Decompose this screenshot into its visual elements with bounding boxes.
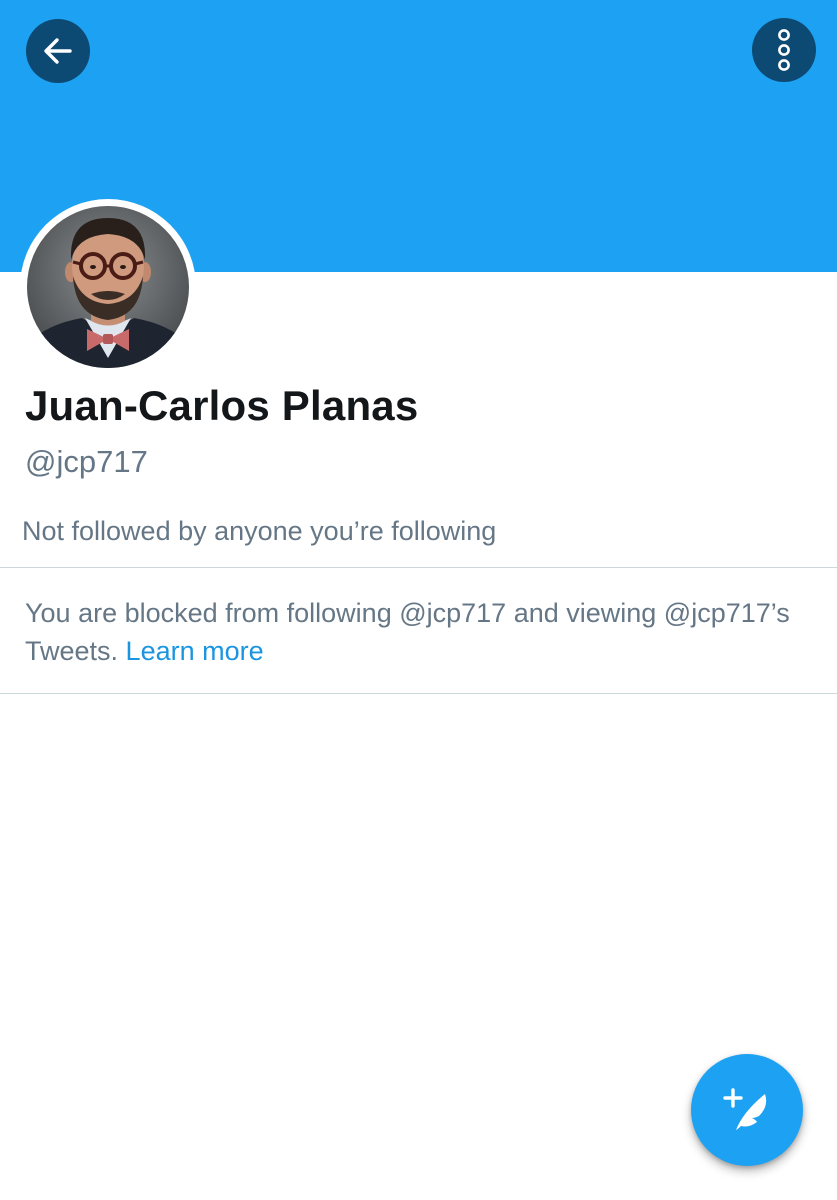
avatar[interactable] (27, 206, 189, 368)
blocked-notice: You are blocked from following @jcp717 a… (25, 594, 815, 670)
avatar-ring (20, 199, 196, 375)
profile-display-name: Juan-Carlos Planas (25, 382, 419, 429)
arrow-left-icon (44, 38, 72, 64)
profile-photo (27, 206, 189, 368)
divider (0, 693, 837, 694)
more-vertical-icon (778, 29, 790, 71)
compose-tweet-icon (723, 1088, 767, 1130)
compose-tweet-button[interactable] (691, 1054, 803, 1166)
more-options-button[interactable] (752, 18, 816, 82)
back-button[interactable] (26, 19, 90, 83)
followers-you-know-note: Not followed by anyone you’re following (22, 516, 497, 546)
learn-more-link[interactable]: Learn more (126, 636, 264, 666)
profile-handle: @jcp717 (25, 444, 148, 479)
divider (0, 567, 837, 568)
